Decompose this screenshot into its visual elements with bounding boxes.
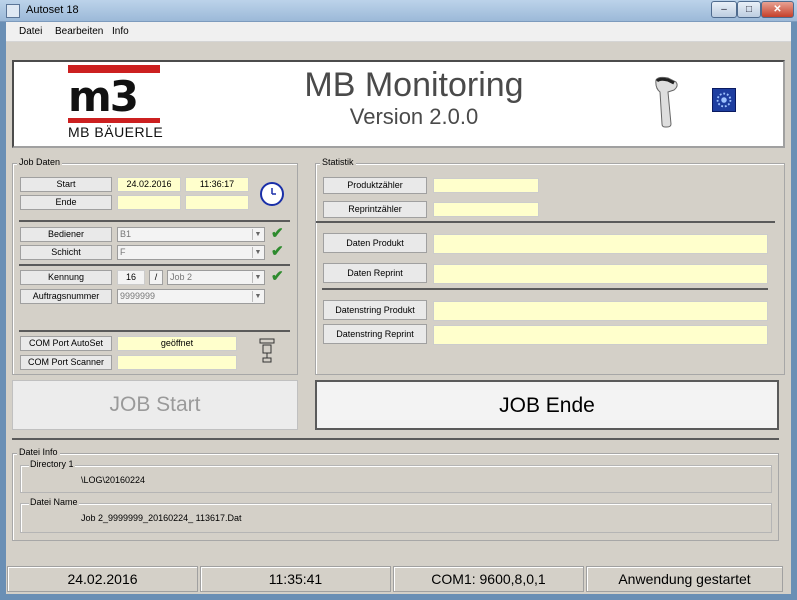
check-icon: ✔ bbox=[271, 268, 284, 285]
shift-value: F bbox=[120, 247, 126, 257]
filename-label: Datei Name bbox=[29, 497, 79, 507]
com-scanner-status bbox=[117, 355, 237, 370]
string-reprint-field bbox=[433, 325, 768, 345]
separator bbox=[316, 221, 775, 223]
job-value: Job 2 bbox=[170, 272, 193, 282]
directory-value: \LOG\20160224 bbox=[81, 475, 146, 485]
window-title: Autoset 18 bbox=[26, 4, 79, 16]
chevron-down-icon[interactable]: ▼ bbox=[252, 272, 263, 283]
directory-box: Directory 1 \LOG\20160224 bbox=[20, 459, 772, 493]
logo-bottom-bar bbox=[68, 118, 160, 123]
close-button[interactable]: ✕ bbox=[761, 1, 794, 18]
product-count-label: Produktzähler bbox=[323, 177, 427, 194]
menu-bar: Datei Bearbeiten Info bbox=[6, 22, 791, 42]
main-client-area: m3 MB BÄUERLE MB Monitoring Version 2.0.… bbox=[6, 42, 791, 564]
product-count-field bbox=[433, 178, 539, 193]
id-label: Kennung bbox=[20, 270, 112, 285]
status-bar: 24.02.2016 11:35:41 COM1: 9600,8,0,1 Anw… bbox=[6, 564, 791, 594]
id-separator: / bbox=[149, 270, 163, 285]
status-message: Anwendung gestartet bbox=[586, 566, 783, 592]
shift-select[interactable]: F ▼ bbox=[117, 245, 265, 260]
order-label: Auftragsnummer bbox=[20, 289, 112, 304]
string-reprint-label: Datenstring Reprint bbox=[323, 324, 427, 344]
banner-version: Version 2.0.0 bbox=[349, 104, 479, 129]
barcode-scanner-icon bbox=[655, 76, 678, 128]
reprint-count-field bbox=[433, 202, 539, 217]
operator-label: Bediener bbox=[20, 227, 112, 242]
menu-bearbeiten[interactable]: Bearbeiten bbox=[55, 26, 103, 37]
data-reprint-field bbox=[433, 264, 768, 284]
logo-mark: m3 bbox=[68, 72, 139, 121]
directory-label: Directory 1 bbox=[29, 459, 75, 469]
string-product-label: Datenstring Produkt bbox=[323, 300, 427, 320]
job-end-button[interactable]: JOB Ende bbox=[315, 380, 779, 430]
com-autoset-label: COM Port AutoSet bbox=[20, 336, 112, 351]
minimize-button[interactable]: – bbox=[711, 1, 737, 18]
string-product-field bbox=[433, 301, 768, 321]
statistics-group: Statistik Produktzähler Reprintzähler Da… bbox=[315, 157, 785, 375]
operator-value: B1 bbox=[120, 229, 132, 239]
logo-text: MB BÄUERLE bbox=[68, 124, 164, 140]
job-start-button[interactable]: JOB Start bbox=[12, 380, 298, 430]
end-date-field[interactable] bbox=[117, 195, 181, 210]
status-com: COM1: 9600,8,0,1 bbox=[393, 566, 584, 592]
chevron-down-icon[interactable]: ▼ bbox=[252, 229, 263, 240]
filename-value: Job 2_9999999_20160224_ 113617.Dat bbox=[81, 513, 242, 523]
banner-title: MB Monitoring bbox=[304, 66, 524, 104]
data-product-field bbox=[433, 234, 768, 254]
clock-icon bbox=[260, 182, 284, 206]
separator bbox=[322, 288, 768, 290]
chevron-down-icon[interactable]: ▼ bbox=[252, 247, 263, 258]
statistics-title: Statistik bbox=[320, 157, 356, 167]
connector-icon bbox=[259, 338, 275, 363]
reprint-count-label: Reprintzähler bbox=[323, 201, 427, 218]
status-time: 11:35:41 bbox=[200, 566, 391, 592]
operator-select[interactable]: B1 ▼ bbox=[117, 227, 265, 242]
id-number-field[interactable]: 16 bbox=[117, 270, 145, 285]
separator bbox=[19, 220, 290, 222]
status-date: 24.02.2016 bbox=[7, 566, 198, 592]
title-bar[interactable]: Autoset 18 – □ ✕ bbox=[0, 0, 797, 22]
start-time-field[interactable]: 11:36:17 bbox=[185, 177, 249, 192]
header-banner: m3 MB BÄUERLE MB Monitoring Version 2.0.… bbox=[12, 60, 785, 148]
job-data-title: Job Daten bbox=[17, 157, 63, 167]
data-reprint-label: Daten Reprint bbox=[323, 263, 427, 283]
filename-box: Datei Name Job 2_9999999_20160224_ 11361… bbox=[20, 497, 772, 533]
app-icon bbox=[6, 4, 20, 18]
separator bbox=[19, 330, 290, 332]
file-info-title: Datei Info bbox=[17, 447, 60, 457]
separator bbox=[19, 264, 290, 266]
file-info-group: Datei Info Directory 1 \LOG\20160224 Dat… bbox=[12, 447, 779, 541]
end-label: Ende bbox=[20, 195, 112, 210]
order-select[interactable]: 9999999 ▼ bbox=[117, 289, 265, 304]
check-icon: ✔ bbox=[271, 243, 284, 260]
check-icon: ✔ bbox=[271, 225, 284, 242]
order-value: 9999999 bbox=[120, 291, 156, 301]
menu-datei[interactable]: Datei bbox=[19, 26, 42, 37]
start-label: Start bbox=[20, 177, 112, 192]
separator bbox=[12, 438, 779, 440]
chevron-down-icon[interactable]: ▼ bbox=[252, 291, 263, 302]
data-product-label: Daten Produkt bbox=[323, 233, 427, 253]
gear-icon bbox=[712, 88, 736, 112]
job-select[interactable]: Job 2 ▼ bbox=[167, 270, 265, 285]
start-date-field[interactable]: 24.02.2016 bbox=[117, 177, 181, 192]
menu-info[interactable]: Info bbox=[112, 26, 129, 37]
com-autoset-status: geöffnet bbox=[117, 336, 237, 351]
job-data-group: Job Daten Start 24.02.2016 11:36:17 Ende… bbox=[12, 157, 298, 375]
end-time-field[interactable] bbox=[185, 195, 249, 210]
com-scanner-label: COM Port Scanner bbox=[20, 355, 112, 370]
maximize-button[interactable]: □ bbox=[737, 1, 761, 18]
shift-label: Schicht bbox=[20, 245, 112, 260]
